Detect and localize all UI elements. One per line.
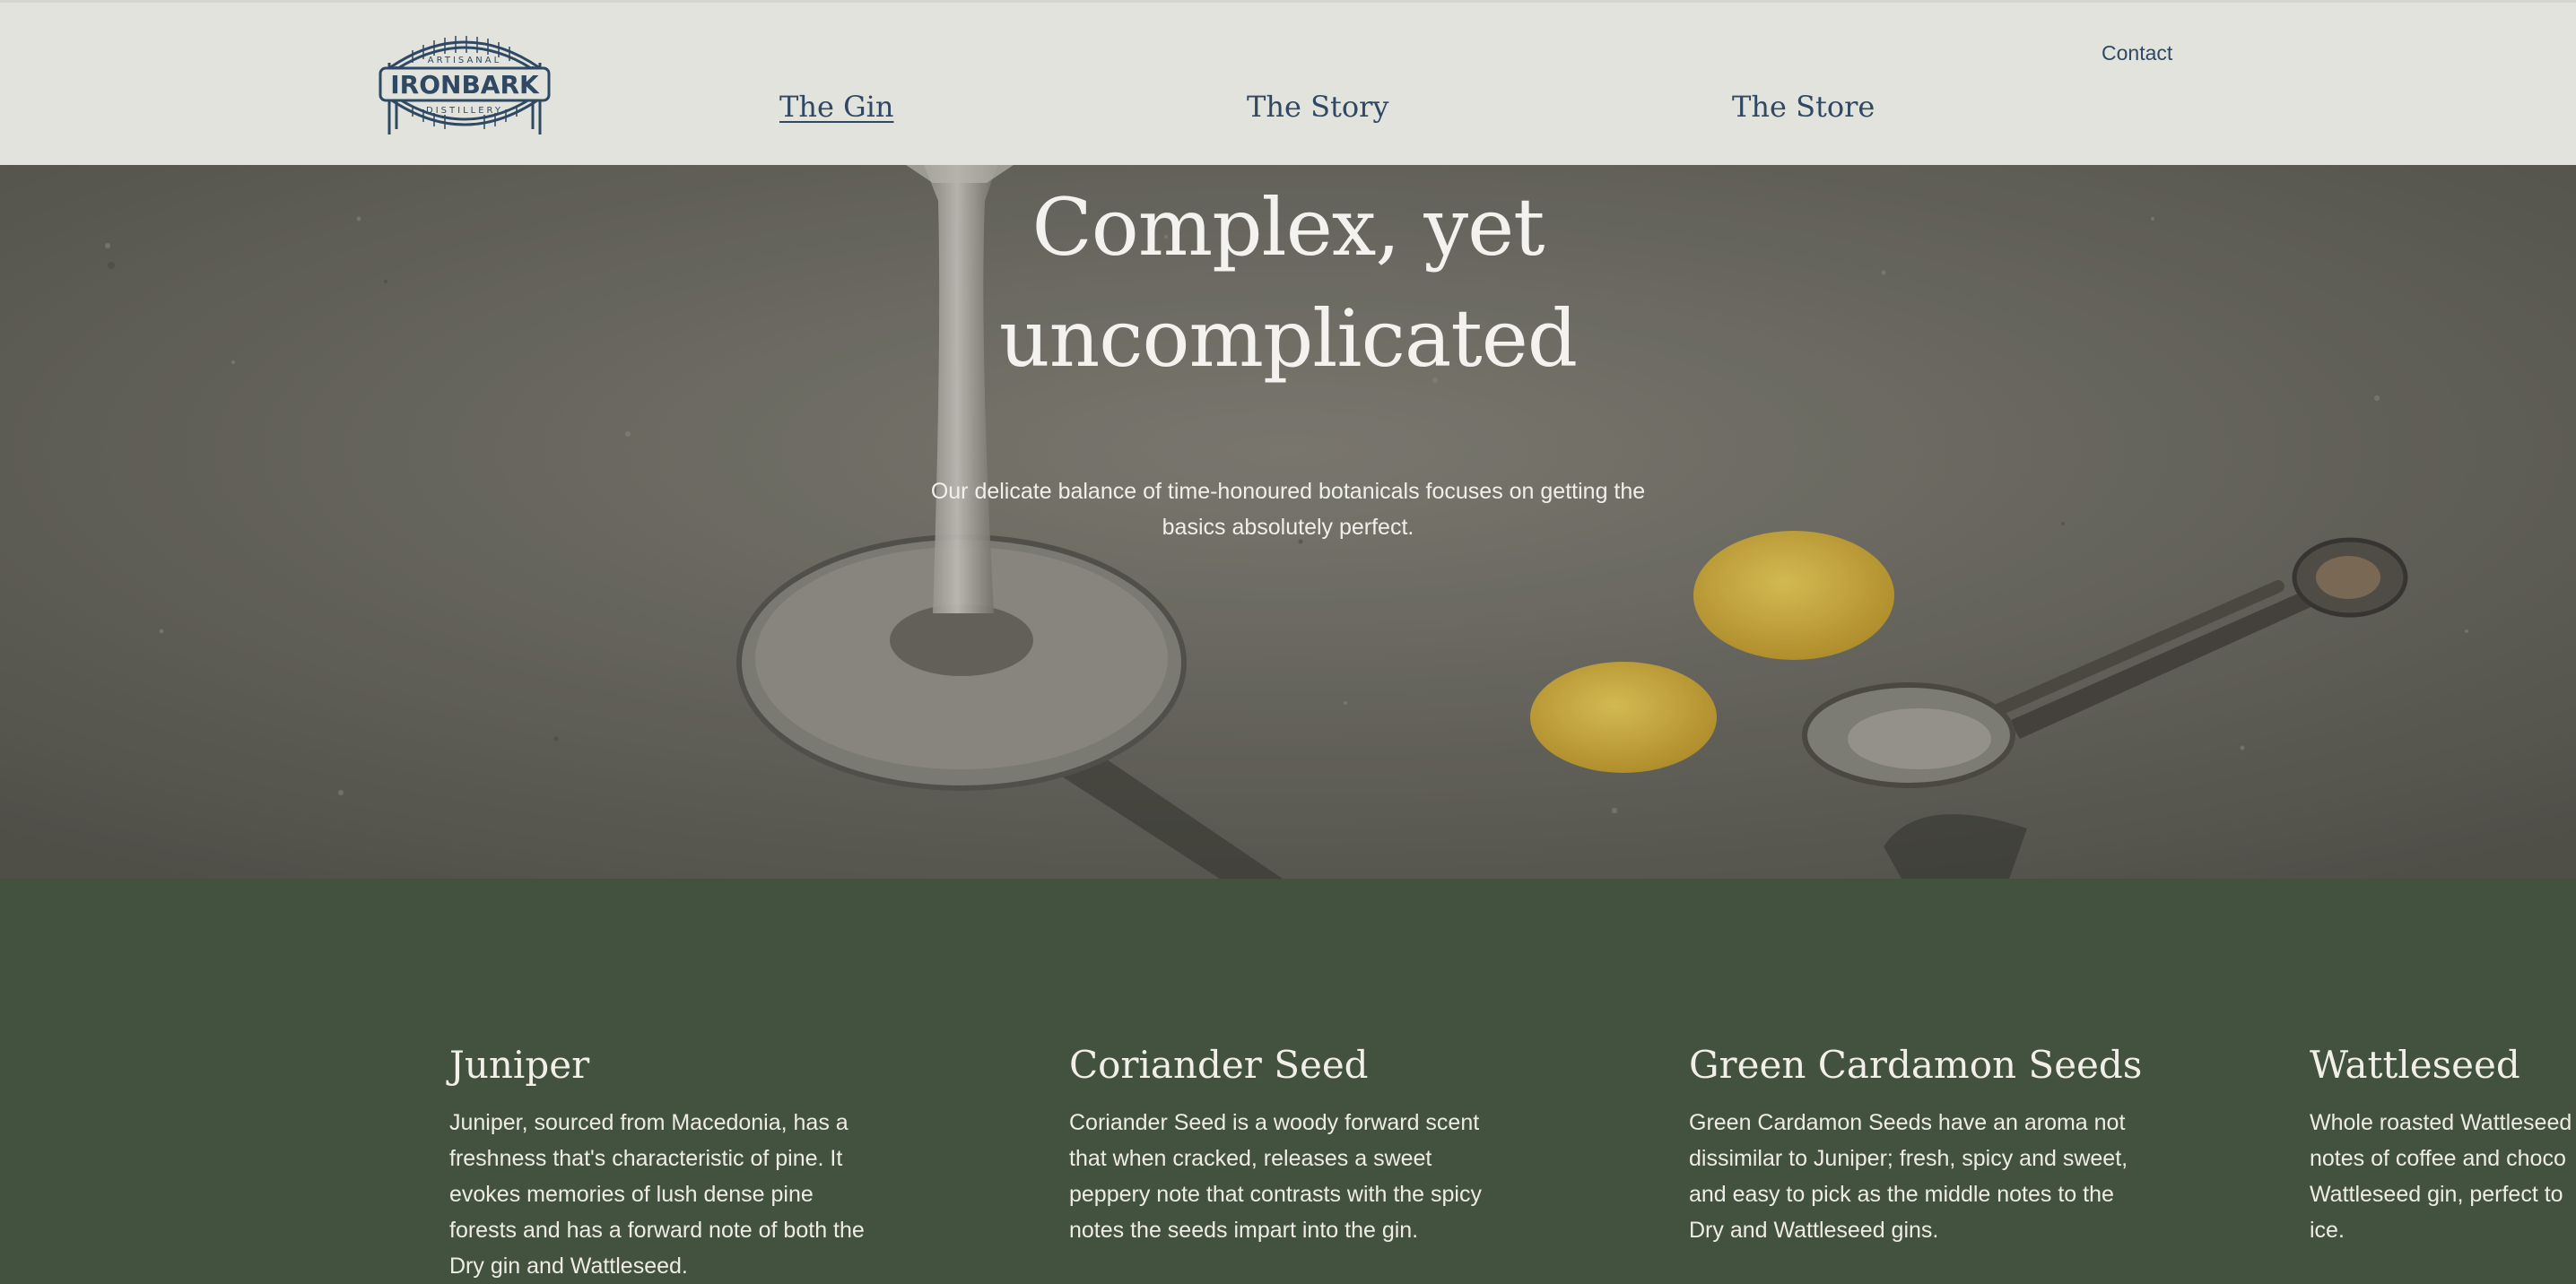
hero-title: Complex, yet uncomplicated (840, 172, 1736, 395)
header-top-border (0, 0, 2576, 3)
hero-section: Complex, yet uncomplicated Our delicate … (0, 165, 2576, 879)
svg-text:ARTISANAL: ARTISANAL (428, 56, 501, 65)
botanical-title: Green Cardamon Seeds (1689, 1043, 2143, 1087)
hero-title-line1: Complex, yet (1031, 181, 1545, 273)
nav-the-store[interactable]: The Store (1732, 90, 1875, 124)
contact-link[interactable]: Contact (2102, 41, 2172, 65)
botanical-description: Green Cardamon Seeds have an aroma not d… (1689, 1110, 2128, 1243)
svg-text:IRONBARK: IRONBARK (390, 70, 540, 100)
botanical-title: Coriander Seed (1069, 1043, 1369, 1087)
botanical-description: Coriander Seed is a woody forward scent … (1069, 1110, 1482, 1243)
nav-the-story[interactable]: The Story (1247, 90, 1388, 124)
botanical-title: Wattleseed (2310, 1043, 2520, 1087)
hero-subtitle: Our delicate balance of time-honoured bo… (884, 473, 1692, 545)
hero-subtitle-line2: basics absolutely perfect. (1162, 515, 1414, 540)
botanical-description: Juniper, sourced from Macedonia, has a f… (449, 1110, 865, 1279)
svg-text:DISTILLERY: DISTILLERY (426, 106, 503, 116)
ironbark-logo[interactable]: ARTISANAL IRONBARK DISTILLERY (377, 23, 553, 143)
hero-title-line2: uncomplicated (998, 292, 1578, 385)
botanical-description: Whole roasted Wattleseed notes of coffee… (2310, 1110, 2572, 1243)
botanical-green-cardamon-seeds: Green Cardamon Seeds Green Cardamon Seed… (1689, 1040, 2143, 1248)
nav-the-gin[interactable]: The Gin (779, 90, 893, 124)
botanical-juniper: Juniper Juniper, sourced from Macedonia,… (449, 1040, 880, 1284)
botanical-coriander-seed: Coriander Seed Coriander Seed is a woody… (1069, 1040, 1507, 1248)
botanical-wattleseed: Wattleseed Whole roasted Wattleseed note… (2310, 1040, 2576, 1248)
site-header: ARTISANAL IRONBARK DISTILLERY The Gin Th… (0, 0, 2576, 165)
hero-subtitle-line1: Our delicate balance of time-honoured bo… (930, 479, 1646, 504)
botanical-title: Juniper (449, 1043, 590, 1087)
